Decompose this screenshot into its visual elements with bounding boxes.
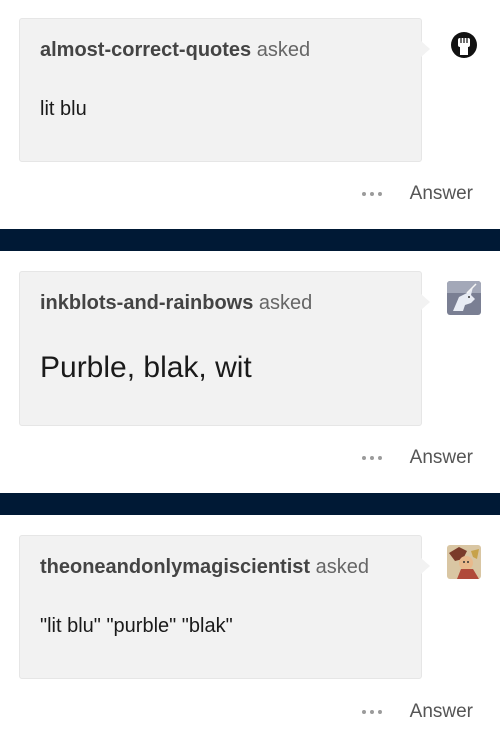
answer-button[interactable]: Answer xyxy=(410,701,473,723)
asked-label: asked xyxy=(256,39,311,61)
asked-label: asked xyxy=(315,556,369,578)
more-options-icon[interactable] xyxy=(361,456,382,460)
post-footer: Answer xyxy=(361,447,473,469)
post-footer: Answer xyxy=(361,183,473,205)
character-art-icon[interactable] xyxy=(447,545,481,579)
more-options-icon[interactable] xyxy=(361,710,382,714)
question-text: lit blu xyxy=(40,98,87,120)
asker-name-link[interactable]: theoneandonlymagiscientist xyxy=(40,556,310,578)
ask-post-3: theoneandonlymagiscientist asked "lit bl… xyxy=(0,515,500,744)
question-bubble: inkblots-and-rainbows asked Purble, blak… xyxy=(19,271,430,426)
fist-icon[interactable] xyxy=(447,28,481,62)
post-footer: Answer xyxy=(361,701,473,723)
asker-name-link[interactable]: inkblots-and-rainbows xyxy=(40,292,253,314)
question-text: Purble, blak, wit xyxy=(40,351,252,384)
answer-button[interactable]: Answer xyxy=(410,447,473,469)
post-divider xyxy=(0,229,500,251)
question-text: "lit blu" "purble" "blak" xyxy=(40,615,233,637)
asked-label: asked xyxy=(258,292,313,314)
ask-post-1: almost-correct-quotes asked lit blu Answ… xyxy=(0,0,500,229)
post-divider xyxy=(0,493,500,515)
more-options-icon[interactable] xyxy=(361,192,382,196)
question-bubble: theoneandonlymagiscientist asked "lit bl… xyxy=(19,535,430,679)
ask-post-2: inkblots-and-rainbows asked Purble, blak… xyxy=(0,251,500,493)
unicorn-icon[interactable] xyxy=(447,281,481,315)
answer-button[interactable]: Answer xyxy=(410,183,473,205)
asker-line: inkblots-and-rainbows asked xyxy=(40,292,312,315)
question-bubble: almost-correct-quotes asked lit blu xyxy=(19,18,430,162)
asker-line: almost-correct-quotes asked xyxy=(40,39,310,62)
asker-name-link[interactable]: almost-correct-quotes xyxy=(40,39,251,61)
asker-line: theoneandonlymagiscientist asked xyxy=(40,556,369,579)
